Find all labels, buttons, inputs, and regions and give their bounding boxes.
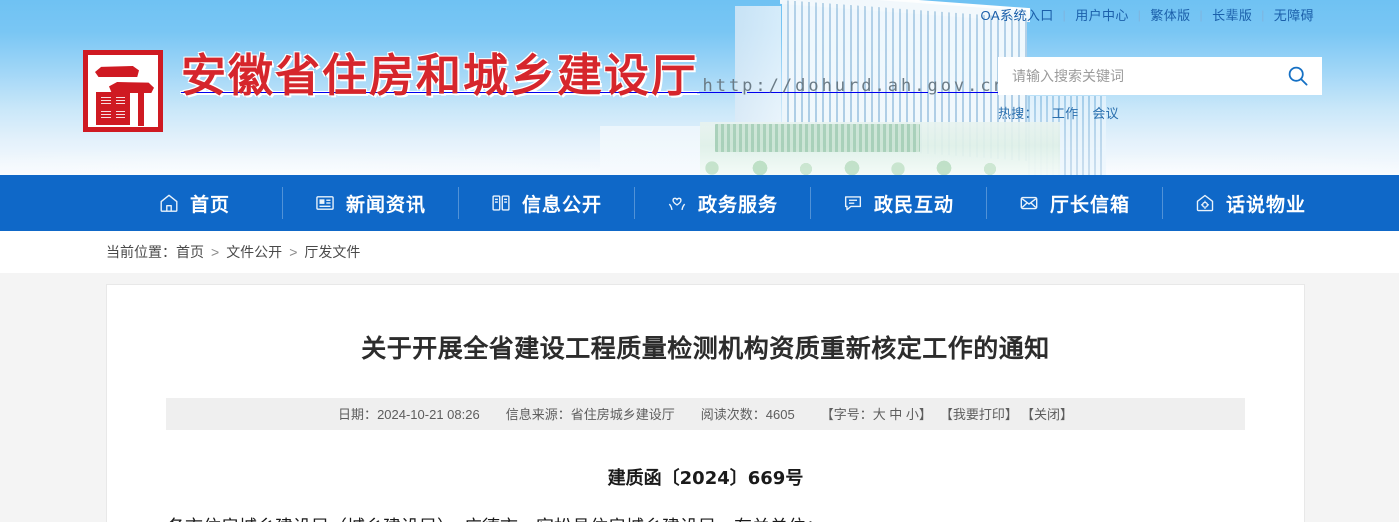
site-header: OA系统入口 | 用户中心 | 繁体版 | 长辈版 | 无障碍 安徽省住房和城乡… <box>0 0 1399 175</box>
meta-reads: 阅读次数：4605 <box>701 404 795 423</box>
open-book-icon <box>492 195 510 211</box>
meta-date-value: 2024-10-21 08:26 <box>377 407 480 423</box>
search-button[interactable] <box>1274 57 1322 95</box>
nav-label-information-disclosure: 信息公开 <box>521 194 602 216</box>
home-icon <box>160 194 178 212</box>
font-size-control[interactable]: 【字号：大 中 小】 <box>821 404 932 423</box>
meta-source: 信息来源：省住房城乡建设厅 <box>506 404 675 423</box>
nav-item-property-talk[interactable]: 话说物业 <box>1162 175 1338 231</box>
nav-label-property-talk: 话说物业 <box>1225 194 1306 216</box>
nav-item-government-services[interactable]: 政务服务 <box>634 175 810 231</box>
meta-source-value: 省住房城乡建设厅 <box>570 407 675 423</box>
search-input[interactable] <box>998 57 1274 95</box>
site-url: http://dohurd.ah.gov.cn/ <box>702 76 1021 96</box>
breadcrumb-separator: > <box>289 244 298 260</box>
top-link-user-center[interactable]: 用户中心 <box>1066 5 1138 24</box>
nav-item-director-mailbox[interactable]: 厅长信箱 <box>986 175 1162 231</box>
top-link-traditional-version[interactable]: 繁体版 <box>1141 5 1199 24</box>
nav-item-information-disclosure[interactable]: 信息公开 <box>458 175 634 231</box>
search-box <box>998 57 1322 95</box>
nav-label-government-services: 政务服务 <box>697 194 778 216</box>
top-link-oa-entry[interactable]: OA系统入口 <box>971 5 1062 24</box>
print-link[interactable]: 【我要打印】 <box>940 404 1018 423</box>
site-logo[interactable]: 安徽省住房和城乡建设厅 http://dohurd.ah.gov.cn/ <box>83 50 1020 132</box>
nav-label-news: 新闻资讯 <box>345 194 426 216</box>
nav-label-director-mailbox: 厅长信箱 <box>1049 194 1130 216</box>
breadcrumb-prefix: 当前位置： <box>106 244 176 260</box>
top-utility-links: OA系统入口 | 用户中心 | 繁体版 | 长辈版 | 无障碍 <box>971 5 1323 24</box>
main-navigation: 首页 新闻资讯 信息公开 政务服务 政民互动 厅长信箱 话说物业 <box>0 175 1399 231</box>
article-card: 关于开展全省建设工程质量检测机构资质重新核定工作的通知 日期：2024-10-2… <box>106 284 1305 522</box>
page-title: 关于开展全省建设工程质量检测机构资质重新核定工作的通知 <box>361 335 1050 363</box>
hot-search: 热搜： 工作 会议 <box>998 103 1119 122</box>
newspaper-icon <box>316 196 334 210</box>
mailbox-icon <box>1020 196 1038 210</box>
chat-bubble-icon <box>844 196 862 211</box>
page-root: OA系统入口 | 用户中心 | 繁体版 | 长辈版 | 无障碍 安徽省住房和城乡… <box>0 0 1399 522</box>
meta-date: 日期：2024-10-21 08:26 <box>338 404 480 423</box>
document-number: 建质函〔2024〕669号 <box>607 467 804 489</box>
nav-item-home[interactable]: 首页 <box>106 175 282 231</box>
hot-search-label: 热搜： <box>998 106 1038 121</box>
breadcrumb-separator: > <box>211 244 220 260</box>
meta-date-label: 日期： <box>338 407 378 423</box>
hot-word-1[interactable]: 工作 <box>1052 106 1079 121</box>
top-link-elder-version[interactable]: 长辈版 <box>1203 5 1261 24</box>
nav-item-news[interactable]: 新闻资讯 <box>282 175 458 231</box>
nav-label-home: 首页 <box>189 194 230 216</box>
meta-source-label: 信息来源： <box>505 407 571 423</box>
house-gear-icon <box>1196 194 1214 212</box>
hot-word-2[interactable]: 会议 <box>1092 106 1119 121</box>
breadcrumb-item-department-documents[interactable]: 厅发文件 <box>304 242 360 262</box>
nav-label-interaction: 政民互动 <box>873 194 954 216</box>
gate-seal-logo-icon <box>83 50 163 132</box>
breadcrumb-item-home[interactable]: 首页 <box>176 242 204 262</box>
site-title: 安徽省住房和城乡建设厅 <box>181 49 699 102</box>
nav-item-interaction[interactable]: 政民互动 <box>810 175 986 231</box>
background-trees <box>690 152 1070 175</box>
top-link-accessibility-version[interactable]: 无障碍 <box>1265 5 1323 24</box>
meta-reads-value: 4605 <box>765 407 795 423</box>
meta-reads-label: 阅读次数： <box>700 407 766 423</box>
search-icon <box>1288 66 1308 86</box>
article-meta-bar: 日期：2024-10-21 08:26 信息来源：省住房城乡建设厅 阅读次数：4… <box>166 397 1245 430</box>
breadcrumb: 当前位置： 首页 > 文件公开 > 厅发文件 <box>0 231 1399 273</box>
article-paragraph: 各市住房城乡建设局（城乡建设局），广德市、宿松县住房城乡建设局，有关单位： <box>167 512 1244 522</box>
hands-heart-icon <box>668 197 686 211</box>
breadcrumb-item-documents[interactable]: 文件公开 <box>226 242 282 262</box>
content-background: 关于开展全省建设工程质量检测机构资质重新核定工作的通知 日期：2024-10-2… <box>0 273 1399 522</box>
close-link[interactable]: 【关闭】 <box>1021 404 1073 423</box>
